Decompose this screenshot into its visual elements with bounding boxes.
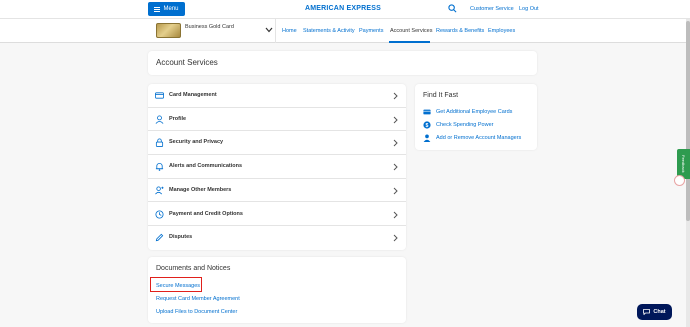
upload-files-link[interactable]: Upload Files to Document Center [156,309,237,315]
chevron-right-icon [393,211,398,218]
tab-home[interactable]: Home [282,28,297,34]
tab-statements-activity[interactable]: Statements & Activity [303,28,355,34]
link-label: Check Spending Power [436,122,494,128]
service-label: Security and Privacy [169,139,224,146]
menu-button[interactable]: Menu [148,2,185,16]
members-icon [155,186,164,195]
svg-text:$: $ [426,123,429,129]
user-icon [155,115,164,124]
service-label: Card Management [169,92,217,98]
account-managers-link[interactable]: Add or Remove Account Managers [423,134,521,142]
find-it-fast-panel: Find It Fast Get Additional Employee Car… [415,84,537,150]
menu-label: Menu [163,6,179,12]
chevron-right-icon [393,187,398,195]
service-label: Disputes [169,234,193,241]
card-thumbnail [156,23,181,38]
pen-icon [155,233,164,242]
tab-account-services[interactable]: Account Services [390,28,433,34]
tab-payments[interactable]: Payments [359,28,383,34]
request-agreement-link[interactable]: Request Card Member Agreement [156,296,240,302]
service-label: Manage Other Members [169,186,232,193]
top-bar: Menu AMERICAN EXPRESS Customer Service L… [0,0,690,19]
service-profile[interactable]: Profile [148,108,406,132]
services-list: Card Management Profile Security and Pri… [148,84,406,250]
page-title: Account Services [156,58,218,67]
service-label: Profile [169,115,187,122]
card-name: Business Gold Card [185,24,234,30]
find-it-fast-title: Find It Fast [423,92,459,99]
tab-employees[interactable]: Employees [488,28,515,34]
hamburger-icon [154,6,161,12]
card-selector[interactable]: Business Gold Card [148,19,276,43]
page-header-panel: Account Services [148,51,537,75]
highlight-box [150,277,202,292]
service-security-privacy[interactable]: Security and Privacy [148,131,406,156]
service-label: Payment and Credit Options [169,210,243,217]
service-manage-other-members[interactable]: Manage Other Members [148,179,406,203]
link-label: Get Additional Employee Cards [436,109,513,115]
chevron-right-icon [393,140,398,147]
bell-icon [155,163,164,171]
get-employee-cards-link[interactable]: Get Additional Employee Cards [423,108,512,116]
chat-bubble-icon [643,309,651,315]
lock-icon [155,138,164,148]
service-card-management[interactable]: Card Management [148,84,406,108]
service-payment-credit-options[interactable]: Payment and Credit Options [148,203,406,227]
log-out-link[interactable]: Log Out [519,6,539,12]
clock-icon [155,209,164,219]
chevron-right-icon [393,163,398,171]
chevron-right-icon [393,92,398,100]
chevron-right-icon [393,116,398,124]
tab-rewards-benefits[interactable]: Rewards & Benefits [436,28,484,34]
scrollbar-thumb[interactable] [686,21,690,221]
service-alerts-communications[interactable]: Alerts and Communications [148,155,406,179]
chevron-down-icon [265,27,273,33]
chat-button[interactable]: Chat [637,304,672,320]
service-disputes[interactable]: Disputes [148,226,406,250]
card-icon [155,92,164,99]
service-label: Alerts and Communications [169,163,243,170]
customer-service-link[interactable]: Customer Service [470,6,514,12]
sub-nav-bar: Business Gold Card Home Statements & Act… [0,19,690,43]
dollar-icon: $ [423,121,431,129]
check-spending-power-link[interactable]: $ Check Spending Power [423,121,493,129]
documents-title: Documents and Notices [156,265,231,272]
chevron-right-icon [393,234,398,242]
brand-logo[interactable]: AMERICAN EXPRESS [305,5,381,12]
link-label: Add or Remove Account Managers [436,135,522,141]
card-icon [423,109,431,115]
accessibility-badge-icon[interactable] [674,175,685,186]
user-icon [423,134,431,142]
chat-label: Chat [653,309,666,315]
search-icon[interactable] [448,4,457,13]
